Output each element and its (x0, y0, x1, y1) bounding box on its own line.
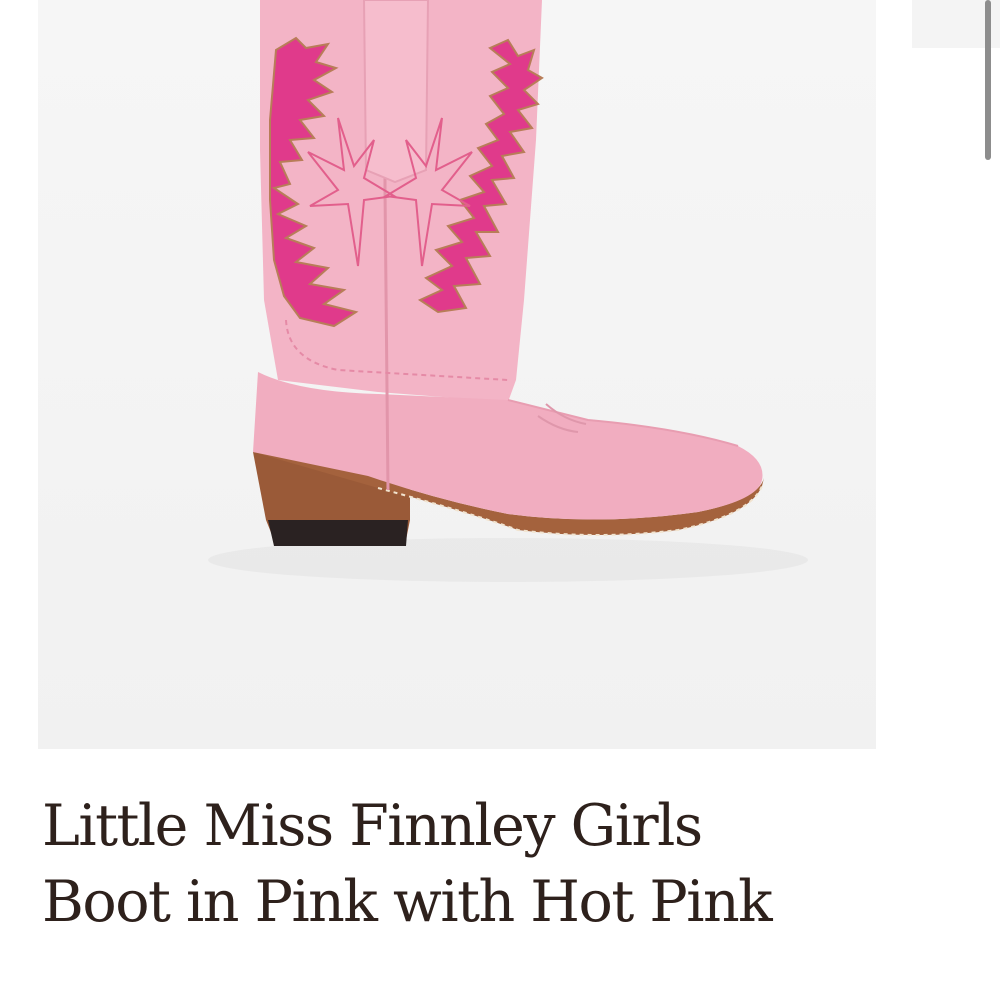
scrollbar[interactable] (985, 0, 991, 160)
product-title: Little Miss Finnley Girls Boot in Pink w… (42, 793, 773, 935)
boot-image (208, 0, 808, 582)
product-image[interactable] (38, 0, 876, 749)
heel-cap (268, 520, 408, 546)
